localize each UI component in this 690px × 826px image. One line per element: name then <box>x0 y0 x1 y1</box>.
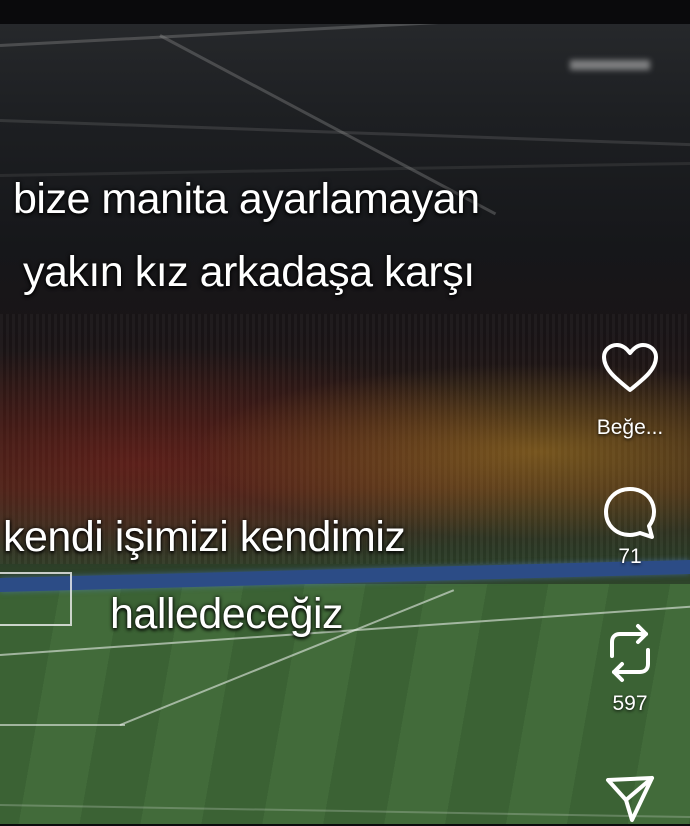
roof-beam <box>0 24 690 47</box>
comment-icon <box>570 483 690 543</box>
pitch-line <box>0 724 125 726</box>
roof-beam <box>0 119 690 147</box>
repost-button[interactable]: 597 <box>570 620 690 716</box>
share-button[interactable] <box>570 770 690 826</box>
like-label: Beğe... <box>596 416 664 439</box>
status-bar <box>0 0 690 24</box>
heart-icon <box>570 342 690 394</box>
share-icon <box>570 770 690 826</box>
comment-button[interactable]: 71 <box>570 483 690 569</box>
stadium-lights <box>570 60 650 70</box>
repost-count: 597 <box>612 692 648 715</box>
comment-count: 71 <box>618 545 642 568</box>
repost-icon <box>570 620 690 686</box>
like-button[interactable]: Beğe... <box>570 342 690 440</box>
caption-line-2: yakın kız arkadaşa karşı <box>23 248 475 296</box>
caption-line-3: kendi işimizi kendimiz <box>3 513 406 561</box>
goal-frame <box>0 572 72 626</box>
caption-line-4: halledeceğiz <box>110 590 344 638</box>
caption-line-1: bize manita ayarlamayan <box>13 175 480 223</box>
